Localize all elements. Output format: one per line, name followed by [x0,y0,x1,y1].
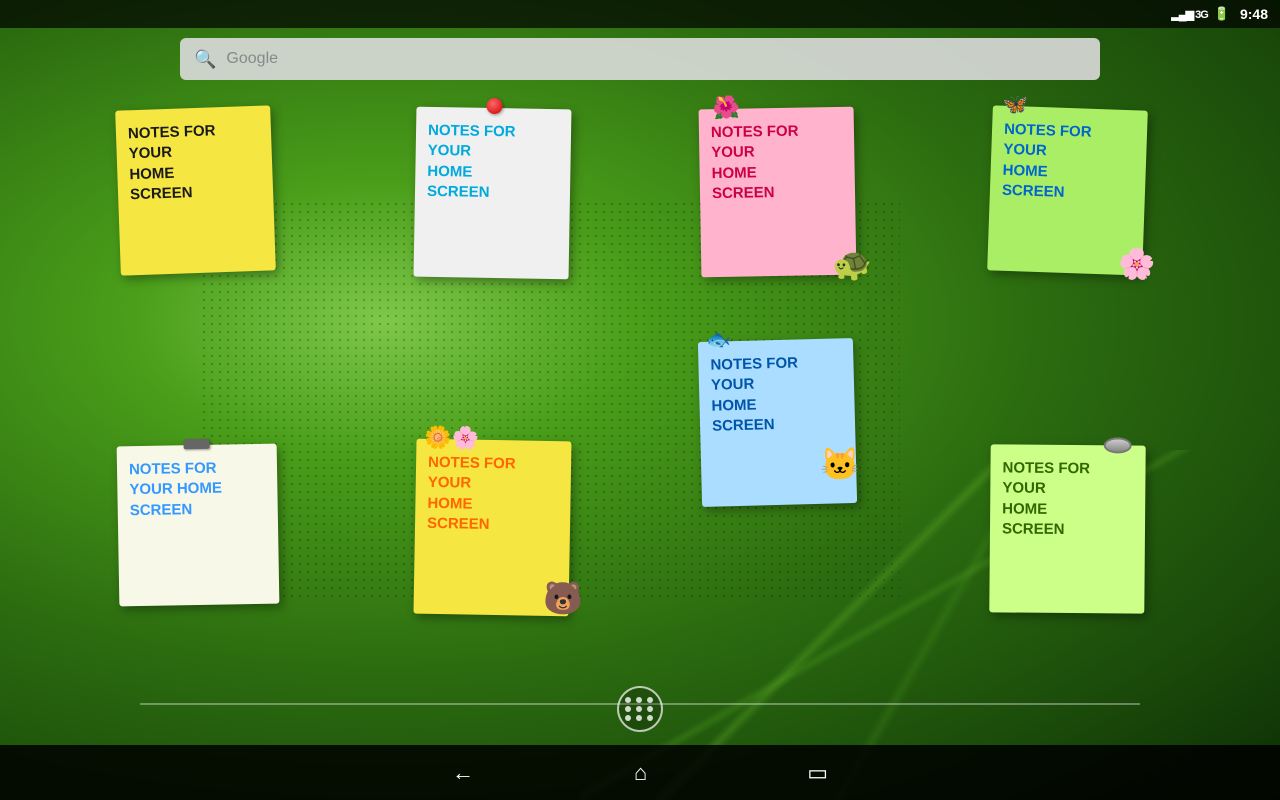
fishbone-sticker: 🐟 [705,327,731,353]
dot [647,697,653,703]
note-text-note-3: NOTES FOR YOUR HOME SCREEN [711,121,843,204]
magnet-clip [184,439,210,449]
dot [625,706,631,712]
paper-clip [1104,437,1132,453]
status-icons: ▂▄▆ 3G 🔋 9:48 [1171,6,1268,22]
sticky-note-note-1[interactable]: NOTES FOR YOUR HOME SCREEN [115,105,276,275]
search-placeholder: Google [226,50,278,68]
flower-sticker-top: 🌺 [712,95,740,121]
signal-indicator: ▂▄▆ 3G [1171,8,1207,21]
home-button[interactable]: ⌂ [634,760,647,786]
back-button[interactable]: ← [452,760,474,786]
dot [636,706,642,712]
dot [636,697,642,703]
butterfly-sticker: 🦋 [1003,92,1029,118]
status-bar: ▂▄▆ 3G 🔋 9:48 [0,0,1280,28]
push-pin [486,98,502,114]
sticky-note-note-8[interactable]: NOTES FOR YOUR HOME SCREEN [989,444,1145,613]
dot [647,715,653,721]
battery-icon: 🔋 [1214,6,1230,22]
search-bar[interactable]: 🔍 Google [180,38,1100,80]
app-drawer-button[interactable] [617,686,663,732]
note-text-note-5: NOTES FOR YOUR HOME SCREEN [129,458,266,521]
search-icon: 🔍 [194,49,216,70]
nav-bar: ← ⌂ ▭ [0,745,1280,800]
sticky-note-note-2[interactable]: NOTES FOR YOUR HOME SCREEN [414,107,572,280]
dot [625,715,631,721]
sticker-turtle: 🐢 [832,248,872,280]
app-drawer-dots [625,697,655,721]
note-text-note-8: NOTES FOR YOUR HOME SCREEN [1002,458,1134,540]
note-text-note-2: NOTES FOR YOUR HOME SCREEN [427,121,559,204]
dot [625,697,631,703]
note-text-note-1: NOTES FOR YOUR HOME SCREEN [128,120,262,206]
note-text-note-7: NOTES FOR YOUR HOME SCREEN [710,352,843,436]
note-text-note-6: NOTES FOR YOUR HOME SCREEN [427,453,559,536]
sticker-flower-pink: 🌸 [1118,250,1155,280]
sticker-bear: 🐻 [543,582,583,614]
time-display: 9:48 [1240,6,1268,22]
dot [636,715,642,721]
recent-button[interactable]: ▭ [807,760,828,786]
dot [647,706,653,712]
flower-sticker: 🌼🌸 [424,425,479,452]
sticky-note-note-5[interactable]: NOTES FOR YOUR HOME SCREEN [117,444,280,607]
note-text-note-4: NOTES FOR YOUR HOME SCREEN [1002,120,1136,206]
sticker-cat: 🐱 [820,448,860,480]
